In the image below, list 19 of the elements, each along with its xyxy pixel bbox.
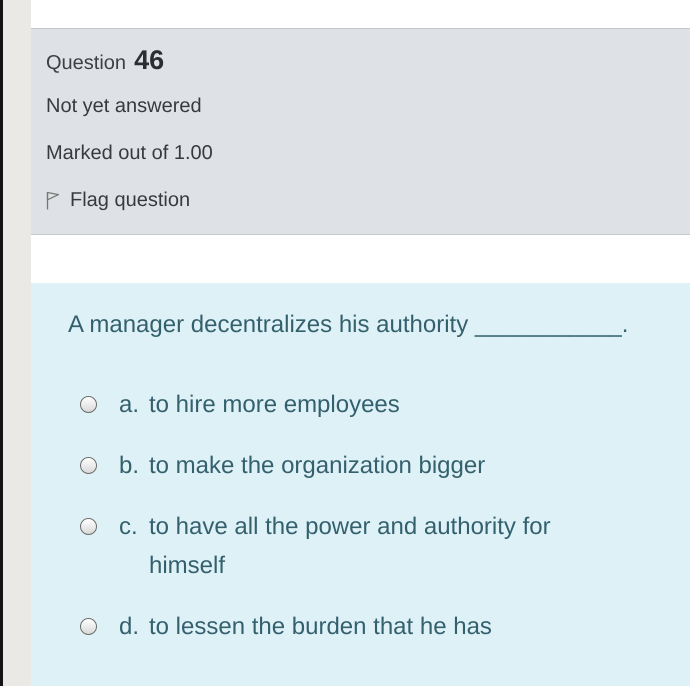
radio-button[interactable] bbox=[80, 618, 97, 635]
radio-button[interactable] bbox=[80, 457, 97, 474]
question-label: Question bbox=[46, 51, 126, 76]
flag-icon bbox=[46, 191, 60, 210]
option-letter: c. bbox=[119, 512, 139, 542]
option-text[interactable]: to have all the power and authority for himself bbox=[149, 507, 624, 585]
radio-button[interactable] bbox=[80, 518, 97, 535]
question-state: Not yet answered bbox=[46, 94, 203, 119]
question-number: 46 bbox=[134, 44, 164, 77]
option-letter: d. bbox=[119, 612, 140, 642]
question-text: A manager decentralizes his authority ___________. bbox=[68, 311, 630, 339]
option-letter: b. bbox=[119, 451, 140, 481]
option-text[interactable]: to make the organization bigger bbox=[149, 446, 624, 485]
question-grade: Marked out of 1.00 bbox=[46, 141, 214, 166]
option-letter: a. bbox=[119, 390, 140, 420]
radio-button[interactable] bbox=[80, 396, 97, 413]
option-text[interactable]: to hire more employees bbox=[149, 385, 624, 424]
option-text[interactable]: to lessen the burden that he has bbox=[149, 607, 624, 646]
flag-question-link[interactable]: Flag question bbox=[46, 177, 190, 224]
